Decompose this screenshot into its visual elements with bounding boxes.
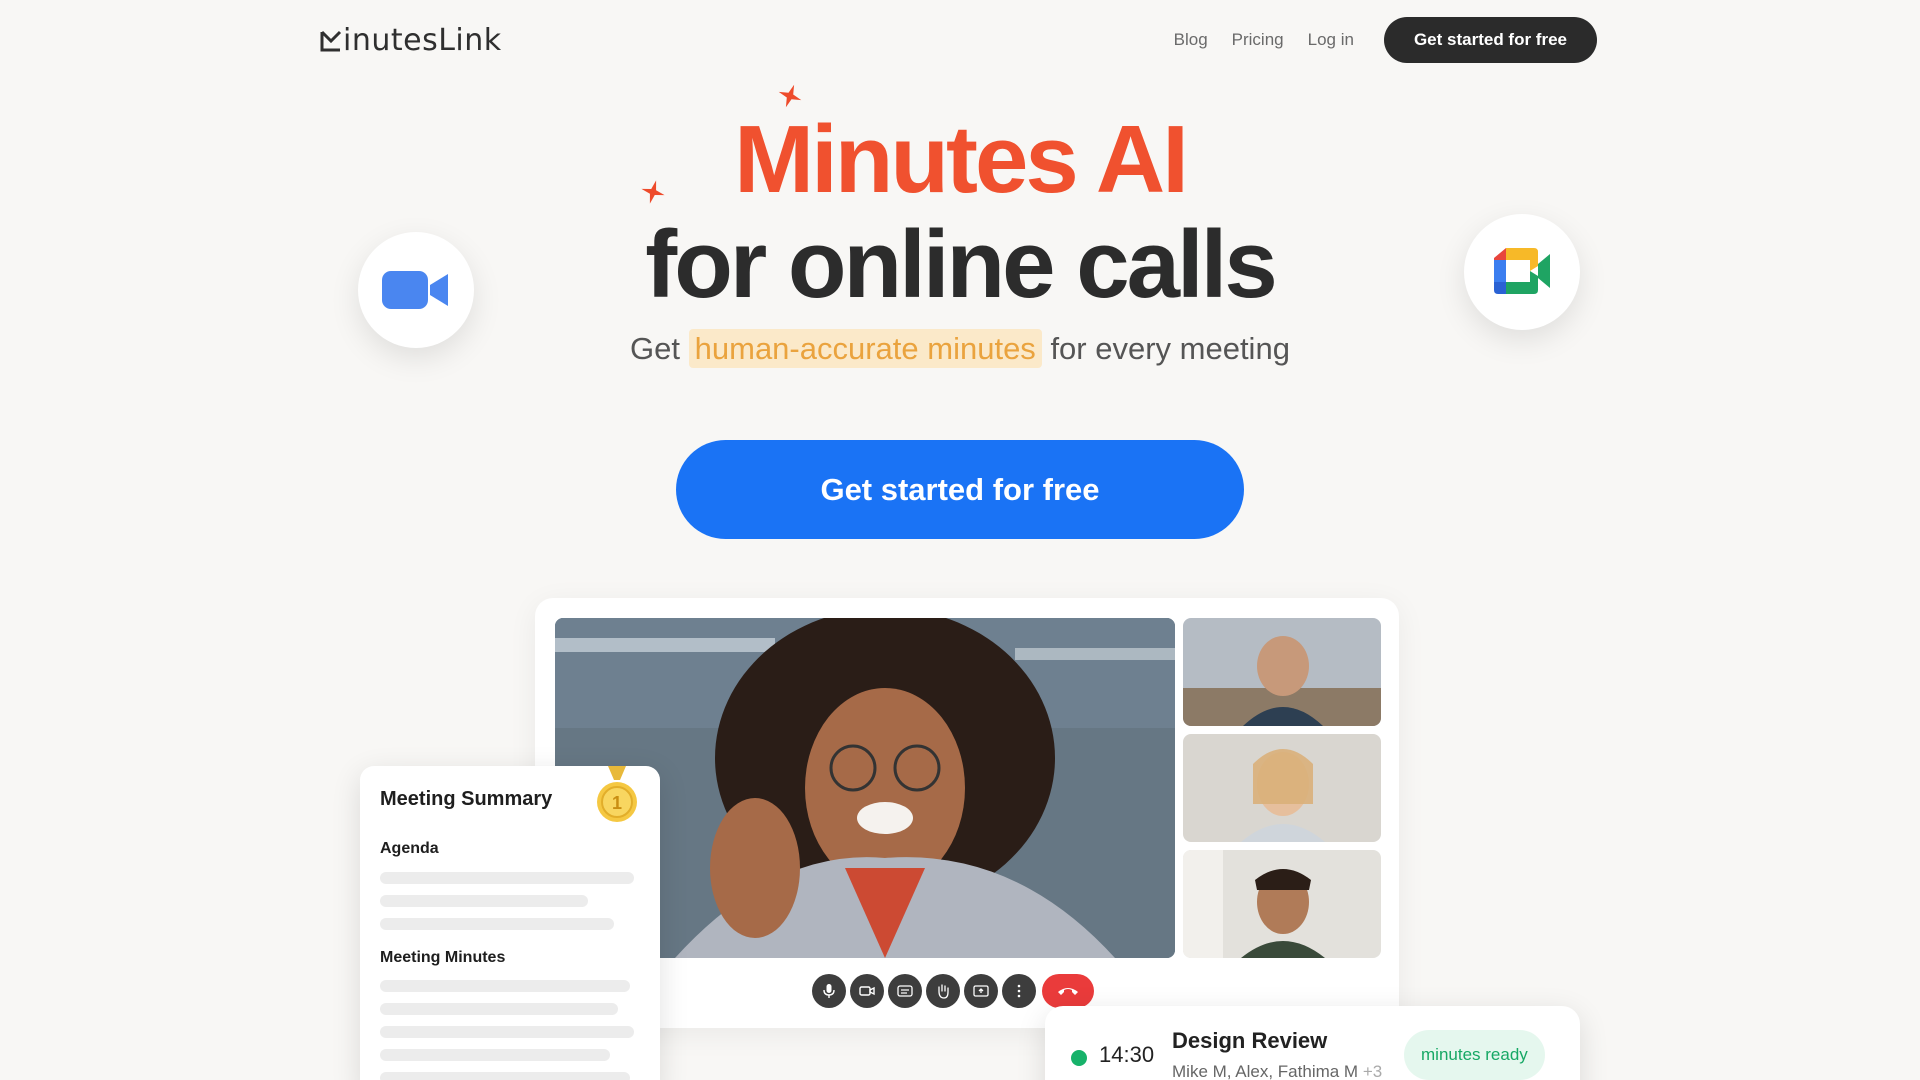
live-status-dot [1071, 1050, 1087, 1066]
nav-link-pricing[interactable]: Pricing [1232, 30, 1284, 50]
hero-title-line1: Minutes AI [734, 106, 1189, 213]
nav-get-started-button[interactable]: Get started for free [1383, 17, 1597, 63]
screen-share-icon [973, 984, 989, 997]
microphone-icon [823, 984, 835, 998]
microphone-button[interactable] [812, 974, 846, 1008]
more-options-button[interactable] [1002, 974, 1036, 1008]
camera-button[interactable] [850, 974, 884, 1008]
hero-get-started-button[interactable]: Get started for free [676, 440, 1244, 539]
placeholder-line [380, 1003, 618, 1015]
placeholder-line [380, 895, 588, 907]
meeting-participants: Mike M, Alex, Fathima M +3 [1172, 1062, 1382, 1080]
placeholder-line [380, 1072, 630, 1080]
raise-hand-button[interactable] [926, 974, 960, 1008]
meeting-title: Design Review [1172, 1028, 1328, 1053]
video-camera-icon [859, 986, 875, 996]
captions-button[interactable] [888, 974, 922, 1008]
top-nav: inutesLink Blog Pricing Log in Get start… [0, 0, 1920, 80]
summary-title: Meeting Summary [380, 788, 553, 810]
more-options-icon [1017, 984, 1021, 998]
hero-subtitle: Get human-accurate minutes for every mee… [0, 329, 1920, 368]
end-call-button[interactable] [1042, 974, 1094, 1008]
placeholder-line [380, 980, 630, 992]
hero-title-line2: for online calls [645, 211, 1277, 318]
end-call-icon [1058, 988, 1078, 995]
subtitle-suffix: for every meeting [1050, 331, 1290, 366]
subtitle-prefix: Get [630, 331, 681, 366]
nav-link-login[interactable]: Log in [1308, 30, 1354, 50]
subtitle-highlight: human-accurate minutes [688, 329, 1042, 368]
screen-share-button[interactable] [964, 974, 998, 1008]
zoom-camera-icon [382, 271, 448, 309]
minutes-heading: Meeting Minutes [380, 949, 506, 966]
logo-text: inutesLink [343, 22, 502, 58]
participant-tile-1 [1183, 618, 1381, 726]
placeholder-line [380, 1026, 634, 1038]
logo[interactable]: inutesLink [320, 20, 502, 60]
agenda-heading: Agenda [380, 840, 439, 857]
meeting-notification-card: 14:30 Design Review Mike M, Alex, Fathim… [1045, 1006, 1580, 1080]
more-participants-count: +3 [1362, 1062, 1383, 1080]
participant-tile-3 [1183, 850, 1381, 958]
captions-icon [897, 985, 913, 997]
nav-link-blog[interactable]: Blog [1174, 30, 1208, 50]
raise-hand-icon [938, 984, 949, 999]
nav-links: Blog Pricing Log in Get started for free [1174, 17, 1597, 63]
participant-tile-2 [1183, 734, 1381, 842]
meeting-time: 14:30 [1099, 1042, 1155, 1067]
medal-number: 1 [612, 793, 622, 813]
placeholder-line [380, 918, 614, 930]
minutes-ready-badge: minutes ready [1404, 1030, 1545, 1080]
meet-bubble [1464, 214, 1580, 330]
placeholder-line [380, 872, 634, 884]
call-controls [812, 972, 1094, 1010]
google-meet-icon [1494, 248, 1550, 294]
meeting-summary-card: Meeting Summary 1 Agenda Meeting Minutes [360, 766, 660, 1080]
zoom-bubble [358, 232, 474, 348]
placeholder-line [380, 1049, 610, 1061]
medal-icon: 1 [597, 766, 637, 822]
participant-names: Mike M, Alex, Fathima M [1172, 1062, 1359, 1080]
logo-mark-icon [320, 30, 342, 52]
